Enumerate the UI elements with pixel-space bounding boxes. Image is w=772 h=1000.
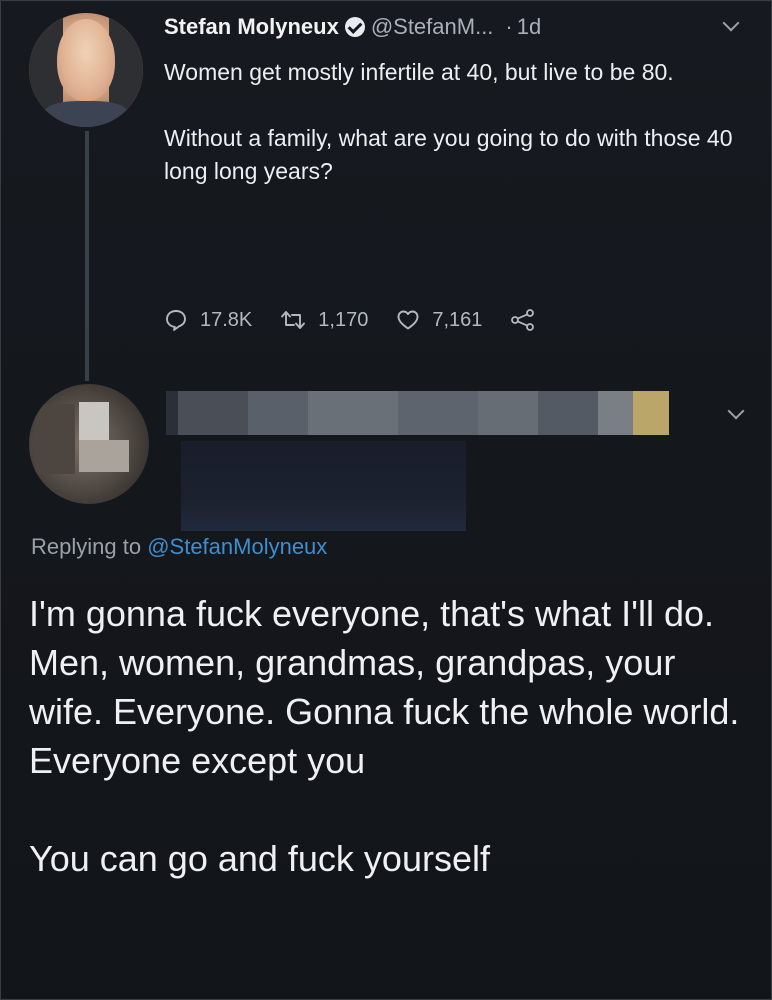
reply-paragraph: I'm gonna fuck everyone, that's what I'l… (29, 593, 740, 781)
like-icon (397, 310, 419, 330)
retweet-button[interactable]: 1,170 (280, 308, 368, 332)
mention-link[interactable]: @StefanMolyneux (147, 534, 327, 559)
like-button[interactable]: 7,161 (396, 308, 482, 332)
author-handle[interactable]: @StefanM... (371, 14, 494, 40)
tweet-actions: 17.8K 1,170 7,161 (164, 304, 576, 336)
replying-to: Replying to @StefanMolyneux (31, 531, 327, 563)
separator: · (505, 14, 513, 39)
reply-count: 17.8K (200, 308, 253, 331)
reply-icon (166, 310, 186, 331)
screenshot-frame: Stefan Molyneux @StefanM... · 1d Women g… (0, 0, 772, 1000)
retweet-icon (281, 311, 306, 329)
avatar[interactable] (29, 13, 143, 127)
tweet-text: Women get mostly infertile at 40, but li… (164, 56, 754, 188)
reply-text: I'm gonna fuck everyone, that's what I'l… (29, 589, 759, 883)
tweet-paragraph: Women get mostly infertile at 40, but li… (164, 59, 674, 85)
thread-connector (85, 131, 89, 381)
reply-paragraph: You can go and fuck yourself (29, 838, 490, 879)
timestamp[interactable]: 1d (517, 14, 541, 40)
author-name[interactable]: Stefan Molyneux (164, 14, 339, 40)
redacted-author (166, 391, 669, 435)
avatar[interactable] (29, 384, 149, 504)
tweet-header: Stefan Molyneux @StefanM... · 1d (164, 9, 764, 45)
verified-badge-icon (344, 17, 365, 37)
replying-to-label: Replying to (31, 534, 142, 559)
chevron-down-icon[interactable] (727, 402, 745, 420)
share-icon (511, 309, 535, 331)
like-count: 7,161 (432, 308, 483, 331)
share-button[interactable] (510, 308, 548, 332)
tweet-paragraph: Without a family, what are you going to … (164, 125, 733, 184)
reply-button[interactable]: 17.8K (164, 308, 252, 332)
retweet-count: 1,170 (318, 308, 369, 331)
redacted-handle (181, 441, 466, 531)
